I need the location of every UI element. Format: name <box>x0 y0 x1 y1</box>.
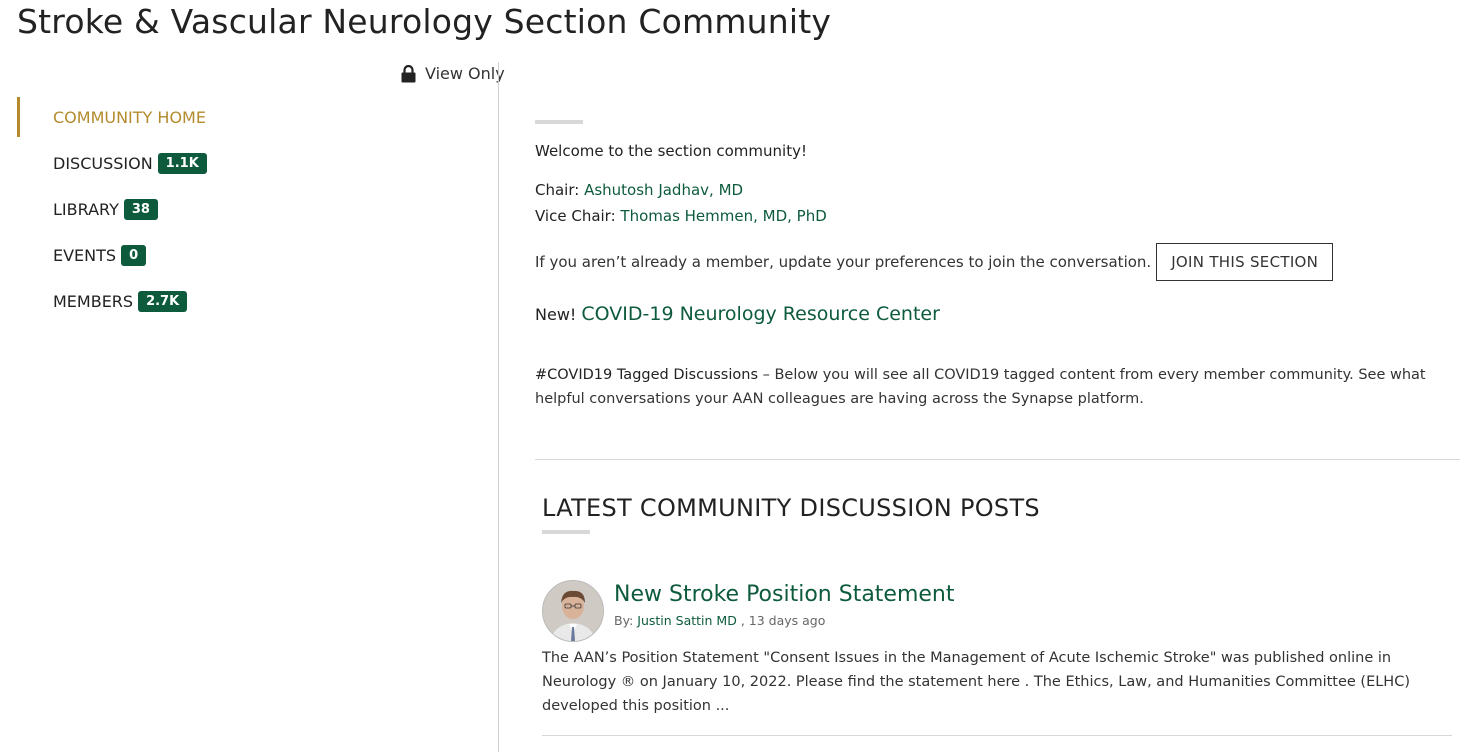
count-badge: 1.1K <box>157 152 207 174</box>
post-divider <box>542 735 1452 736</box>
post-meta: By: Justin Sattin MD , 13 days ago <box>614 613 1452 628</box>
vice-chair-label: Vice Chair: <box>535 207 616 225</box>
nav-item-label: DISCUSSION <box>53 153 153 173</box>
count-badge: 38 <box>123 198 158 220</box>
chair-name-link[interactable]: Ashutosh Jadhav, MD <box>584 181 743 199</box>
nav-item-library[interactable]: LIBRARY 38 <box>17 189 487 229</box>
nav-item-label: LIBRARY <box>53 199 119 219</box>
join-row: If you aren’t already a member, update y… <box>535 243 1460 281</box>
nav-item-label: MEMBERS <box>53 291 134 311</box>
lock-icon <box>401 64 416 82</box>
page-title: Stroke & Vascular Neurology Section Comm… <box>17 2 832 41</box>
new-label: New! <box>535 305 577 324</box>
latest-posts-heading: LATEST COMMUNITY DISCUSSION POSTS <box>542 494 1040 522</box>
heading-accent-bar <box>542 530 590 534</box>
main-content: Welcome to the section community! Chair:… <box>535 120 1460 736</box>
accent-bar <box>535 120 583 124</box>
section-divider <box>535 459 1460 460</box>
nav-item-label: EVENTS <box>53 245 117 265</box>
avatar[interactable] <box>542 580 604 642</box>
view-only-indicator: View Only <box>400 64 505 83</box>
community-nav: COMMUNITY HOME DISCUSSION 1.1K LIBRARY 3… <box>17 97 487 327</box>
count-badge: 2.7K <box>138 290 188 312</box>
sidebar-divider <box>498 62 499 752</box>
covid-resource-link[interactable]: COVID-19 Neurology Resource Center <box>581 303 940 325</box>
vice-chair-line: Vice Chair: Thomas Hemmen, MD, PhD <box>535 203 1460 229</box>
join-text: If you aren’t already a member, update y… <box>535 253 1152 271</box>
chair-label: Chair: <box>535 181 580 199</box>
post-time: , 13 days ago <box>740 613 826 628</box>
post-header: New Stroke Position Statement By: Justin… <box>614 580 1452 628</box>
discussion-post: New Stroke Position Statement By: Justin… <box>542 580 1452 736</box>
nav-item-label: COMMUNITY HOME <box>53 107 206 127</box>
nav-item-discussion[interactable]: DISCUSSION 1.1K <box>17 143 487 183</box>
nav-item-community-home[interactable]: COMMUNITY HOME <box>17 97 487 137</box>
welcome-text: Welcome to the section community! <box>535 142 807 160</box>
avatar-portrait <box>543 581 603 641</box>
covid-tagged-paragraph: #COVID19 Tagged Discussions – Below you … <box>535 363 1460 411</box>
post-excerpt: The AAN’s Position Statement "Consent Is… <box>542 650 1410 714</box>
post-title-link[interactable]: New Stroke Position Statement <box>614 582 955 607</box>
view-only-label: View Only <box>425 64 505 83</box>
count-badge: 0 <box>121 244 147 266</box>
new-resource-row: New! COVID-19 Neurology Resource Center <box>535 303 1460 325</box>
nav-item-events[interactable]: EVENTS 0 <box>17 235 487 275</box>
post-author-link[interactable]: Justin Sattin MD <box>637 613 737 628</box>
by-label: By: <box>614 613 634 628</box>
nav-item-members[interactable]: MEMBERS 2.7K <box>17 281 487 321</box>
chair-line: Chair: Ashutosh Jadhav, MD <box>535 177 1460 203</box>
vice-chair-name-link[interactable]: Thomas Hemmen, MD, PhD <box>620 207 826 225</box>
covid-tagged-link[interactable]: #COVID19 Tagged Discussions <box>535 367 758 383</box>
join-section-button[interactable]: JOIN THIS SECTION <box>1156 243 1334 281</box>
